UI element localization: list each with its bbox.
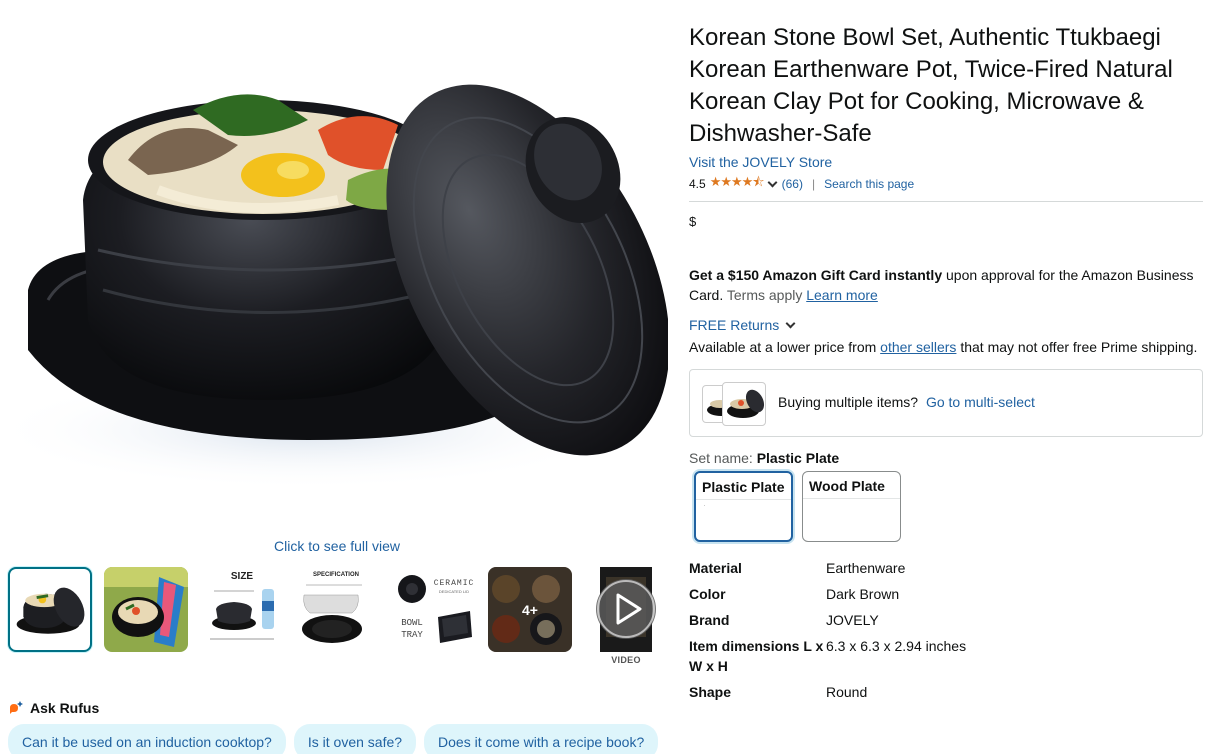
- swatch-wood-plate[interactable]: Wood Plate: [802, 471, 901, 542]
- spec-value: JOVELY: [826, 612, 879, 628]
- store-link[interactable]: Visit the JOVELY Store: [689, 154, 832, 170]
- thumb-spec-text: SPECIFICATION: [313, 572, 359, 578]
- spec-key: Shape: [689, 684, 732, 700]
- thumb-ceramic-text: CERAMIC: [434, 579, 475, 588]
- thumb-tray-text-2: TRAY: [401, 630, 423, 640]
- lower-price-notice: Available at a lower price from other se…: [689, 337, 1203, 357]
- product-specs-table: Material Earthenware Color Dark Brown Br…: [689, 558, 1203, 702]
- multi-select-link[interactable]: Go to multi-select: [926, 394, 1035, 410]
- thumbnail-size[interactable]: SIZE: [200, 567, 284, 652]
- gift-card-bold: Get a $150 Amazon Gift Card instantly: [689, 267, 943, 283]
- spec-row-dimensions: Item dimensions L x W x H 6.3 x 6.3 x 2.…: [689, 636, 1203, 676]
- main-product-image[interactable]: [0, 50, 670, 500]
- thumbnail-more-images[interactable]: 4+: [488, 567, 572, 652]
- price: $: [689, 214, 697, 229]
- spec-value: Round: [826, 684, 868, 700]
- spec-key: Material: [689, 560, 742, 576]
- rufus-question-oven-safe[interactable]: Is it oven safe?: [293, 724, 417, 754]
- rating-row: 4.5 ★★★★⯪ (66) | Search this page: [689, 173, 1203, 195]
- click-full-view-link[interactable]: Click to see full view: [274, 538, 400, 554]
- spec-value: Earthenware: [826, 560, 906, 576]
- spec-key: Brand: [689, 612, 730, 628]
- terms-text: Terms apply: [723, 287, 807, 303]
- rating-count-link[interactable]: (66): [782, 177, 803, 191]
- rating-stars-icon[interactable]: ★★★★⯪: [710, 173, 765, 195]
- thumb-ceramic-sub-text: DEDICATED LID: [439, 589, 469, 594]
- ask-rufus-title: Ask Rufus: [30, 700, 100, 716]
- search-this-page-link[interactable]: Search this page: [824, 177, 914, 191]
- rufus-icon: [8, 700, 24, 716]
- chevron-down-icon[interactable]: [767, 177, 778, 188]
- separator: |: [811, 177, 816, 191]
- set-name-prefix: Set name:: [689, 450, 757, 466]
- thumb-tray-text-1: BOWL: [401, 618, 423, 628]
- set-swatches: Plastic Plate Wood Plate: [694, 471, 1203, 542]
- thumbnail-specification[interactable]: SPECIFICATION: [296, 567, 380, 652]
- thumbnail-ceramic-lid-tray[interactable]: CERAMIC DEDICATED LID BOWL TRAY: [392, 567, 476, 652]
- spec-row-material: Material Earthenware: [689, 558, 1203, 578]
- spec-key: Color: [689, 586, 726, 602]
- swatch-label: Plastic Plate: [696, 473, 791, 500]
- free-returns[interactable]: FREE Returns: [689, 317, 1203, 333]
- learn-more-link[interactable]: Learn more: [806, 287, 878, 303]
- thumbnail-main[interactable]: [8, 567, 92, 652]
- lower-price-post: that may not offer free Prime shipping.: [956, 339, 1198, 355]
- rufus-question-induction[interactable]: Can it be used on an induction cooktop?: [8, 724, 286, 754]
- lower-price-pre: Available at a lower price from: [689, 339, 881, 355]
- other-sellers-link[interactable]: other sellers: [880, 339, 956, 355]
- chevron-down-icon[interactable]: [785, 318, 796, 329]
- rufus-question-chips: Can it be used on an induction cooktop? …: [8, 724, 659, 754]
- spec-row-brand: Brand JOVELY: [689, 610, 1203, 630]
- free-returns-link[interactable]: FREE Returns: [689, 317, 779, 333]
- spec-value: Dark Brown: [826, 586, 900, 602]
- swatch-label: Wood Plate: [803, 472, 900, 499]
- gift-card-offer: Get a $150 Amazon Gift Card instantly up…: [689, 265, 1203, 305]
- swatch-indicator: [704, 505, 705, 506]
- thumb-size-text: SIZE: [231, 571, 254, 582]
- thumbnail-table-setting[interactable]: [104, 567, 188, 652]
- video-label: VIDEO: [611, 655, 641, 665]
- multi-select-box: Buying multiple items? Go to multi-selec…: [689, 369, 1203, 437]
- multi-select-question: Buying multiple items?: [778, 394, 919, 410]
- more-images-count: 4+: [522, 602, 538, 618]
- spec-row-color: Color Dark Brown: [689, 584, 1203, 604]
- multi-thumb-2: [722, 382, 766, 426]
- multi-select-thumbnails: [702, 382, 768, 426]
- spec-key: Item dimensions L x W x H: [689, 638, 824, 674]
- product-title: Korean Stone Bowl Set, Authentic Ttukbae…: [689, 24, 1173, 147]
- spec-value: 6.3 x 6.3 x 2.94 inches: [826, 638, 967, 654]
- divider: [689, 201, 1203, 202]
- spec-row-shape: Shape Round: [689, 682, 1203, 702]
- rufus-question-recipe-book[interactable]: Does it come with a recipe book?: [424, 724, 659, 754]
- set-name-label: Set name: Plastic Plate: [689, 450, 1203, 466]
- swatch-plastic-plate[interactable]: Plastic Plate: [694, 471, 793, 542]
- ask-rufus-heading: Ask Rufus: [8, 700, 99, 716]
- product-details-column: Korean Stone Bowl Set, Authentic Ttukbae…: [689, 22, 1203, 708]
- set-name-selected: Plastic Plate: [756, 450, 840, 466]
- multi-select-text: Buying multiple items? Go to multi-selec…: [778, 394, 1035, 410]
- thumbnail-video[interactable]: [584, 567, 668, 652]
- rating-value: 4.5: [689, 177, 706, 191]
